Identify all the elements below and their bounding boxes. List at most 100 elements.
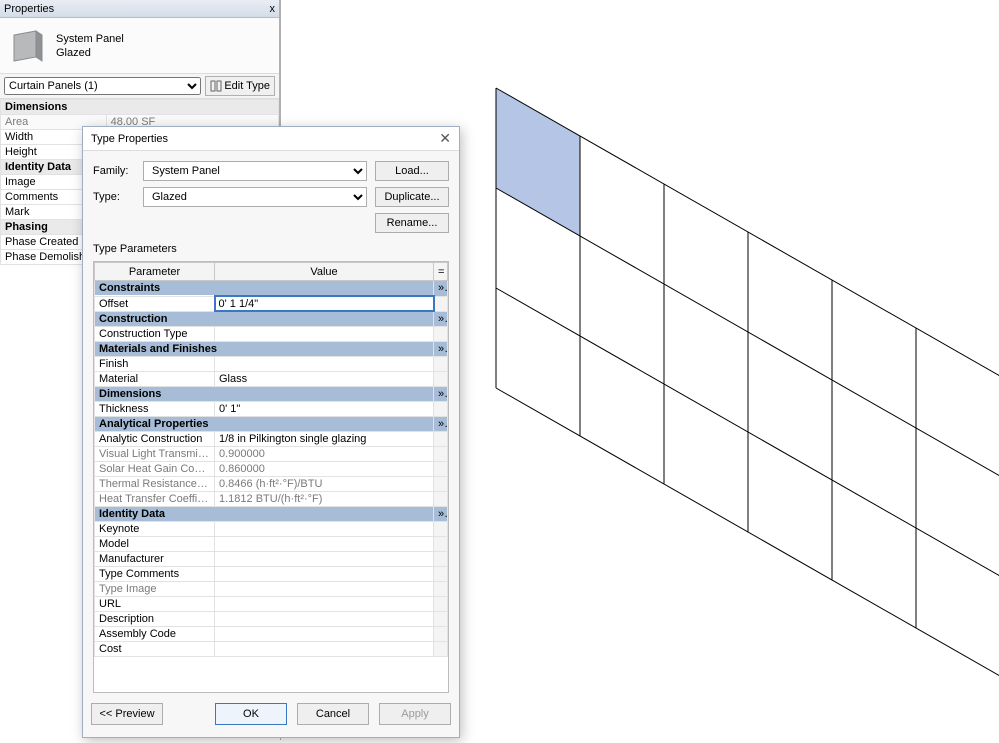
value-thermal-resistance-r-: 0.8466 (h·ft²·°F)/BTU	[215, 477, 434, 492]
group-construction[interactable]: Construction	[95, 311, 434, 327]
param-keynote: Keynote	[95, 522, 215, 537]
assoc-box[interactable]	[434, 432, 448, 447]
value-keynote[interactable]	[215, 522, 434, 537]
value-assembly-code[interactable]	[215, 627, 434, 642]
value-visual-light-transmittance: 0.900000	[215, 447, 434, 462]
preview-button[interactable]: << Preview	[91, 703, 163, 725]
cancel-button[interactable]: Cancel	[297, 703, 369, 725]
value-description[interactable]	[215, 612, 434, 627]
param-thickness: Thickness	[95, 402, 215, 417]
assoc-box[interactable]	[434, 642, 448, 657]
expand-icon[interactable]: »	[434, 507, 448, 522]
group-materials-and-finishes[interactable]: Materials and Finishes	[95, 342, 434, 357]
param-assembly-code: Assembly Code	[95, 627, 215, 642]
panel-thumb-icon	[8, 27, 46, 65]
param-model: Model	[95, 537, 215, 552]
type-properties-dialog: Type Properties ✕ Family: System Panel L…	[82, 126, 460, 738]
assoc-box[interactable]	[434, 462, 448, 477]
assoc-box[interactable]	[434, 296, 448, 311]
assoc-box[interactable]	[434, 582, 448, 597]
assoc-box[interactable]	[434, 537, 448, 552]
value-url[interactable]	[215, 597, 434, 612]
value-model[interactable]	[215, 537, 434, 552]
value-offset[interactable]: 0' 1 1/4"	[215, 296, 434, 311]
param-offset: Offset	[95, 296, 215, 311]
param-type-comments: Type Comments	[95, 567, 215, 582]
col-parameter[interactable]: Parameter	[95, 263, 215, 281]
assoc-box[interactable]	[434, 477, 448, 492]
selected-panel[interactable]	[496, 88, 580, 236]
assoc-box[interactable]	[434, 447, 448, 462]
value-type-comments[interactable]	[215, 567, 434, 582]
param-manufacturer: Manufacturer	[95, 552, 215, 567]
value-type-image	[215, 582, 434, 597]
close-icon[interactable]: x	[270, 3, 276, 15]
value-thickness[interactable]: 0' 1"	[215, 402, 434, 417]
type-parameters-label: Type Parameters	[93, 243, 449, 255]
edit-type-button[interactable]: Edit Type	[205, 76, 275, 96]
value-material[interactable]: Glass	[215, 372, 434, 387]
value-construction-type[interactable]	[215, 327, 434, 342]
type-parameters-grid[interactable]: Parameter Value = Constraints»Offset0' 1…	[93, 261, 449, 693]
family-label: Family:	[93, 165, 135, 177]
param-construction-type: Construction Type	[95, 327, 215, 342]
assoc-box[interactable]	[434, 612, 448, 627]
assoc-box[interactable]	[434, 357, 448, 372]
param-description: Description	[95, 612, 215, 627]
param-material: Material	[95, 372, 215, 387]
properties-title: Properties	[4, 3, 54, 15]
assoc-box[interactable]	[434, 552, 448, 567]
group-dimensions[interactable]: Dimensions	[95, 387, 434, 402]
group-constraints[interactable]: Constraints	[95, 281, 434, 297]
type-label: Type:	[93, 191, 135, 203]
thumb-type: Glazed	[56, 47, 124, 59]
load-button[interactable]: Load...	[375, 161, 449, 181]
param-finish: Finish	[95, 357, 215, 372]
group-dimensions[interactable]: Dimensions	[1, 100, 279, 115]
rename-button[interactable]: Rename...	[375, 213, 449, 233]
dialog-title: Type Properties	[91, 133, 168, 145]
assoc-box[interactable]	[434, 402, 448, 417]
value-analytic-construction[interactable]: 1/8 in Pilkington single glazing	[215, 432, 434, 447]
properties-titlebar[interactable]: Properties x	[0, 0, 279, 18]
param-heat-transfer-coefficient-u-: Heat Transfer Coefficient (U)	[95, 492, 215, 507]
assoc-box[interactable]	[434, 327, 448, 342]
col-value[interactable]: Value	[215, 263, 434, 281]
thumb-title: System Panel	[56, 33, 124, 45]
value-finish[interactable]	[215, 357, 434, 372]
param-thermal-resistance-r-: Thermal Resistance (R)	[95, 477, 215, 492]
param-url: URL	[95, 597, 215, 612]
expand-icon[interactable]: »	[434, 342, 448, 357]
expand-icon[interactable]: »	[434, 311, 448, 327]
assoc-box[interactable]	[434, 522, 448, 537]
param-solar-heat-gain-coefficient: Solar Heat Gain Coefficient	[95, 462, 215, 477]
type-select[interactable]: Glazed	[143, 187, 367, 207]
assoc-box[interactable]	[434, 567, 448, 582]
duplicate-button[interactable]: Duplicate...	[375, 187, 449, 207]
assoc-box[interactable]	[434, 492, 448, 507]
group-analytical-properties[interactable]: Analytical Properties	[95, 417, 434, 432]
param-type-image: Type Image	[95, 582, 215, 597]
expand-icon[interactable]: »	[434, 417, 448, 432]
col-equals[interactable]: =	[434, 263, 448, 281]
param-analytic-construction: Analytic Construction	[95, 432, 215, 447]
edit-type-icon	[210, 80, 222, 92]
value-manufacturer[interactable]	[215, 552, 434, 567]
close-icon[interactable]: ✕	[439, 130, 451, 147]
group-identity-data[interactable]: Identity Data	[95, 507, 434, 522]
ok-button[interactable]: OK	[215, 703, 287, 725]
dialog-titlebar[interactable]: Type Properties ✕	[83, 127, 459, 151]
value-cost[interactable]	[215, 642, 434, 657]
param-visual-light-transmittance: Visual Light Transmittance	[95, 447, 215, 462]
assoc-box[interactable]	[434, 372, 448, 387]
expand-icon[interactable]: »	[434, 281, 448, 297]
apply-button[interactable]: Apply	[379, 703, 451, 725]
family-select[interactable]: System Panel	[143, 161, 367, 181]
instance-selector[interactable]: Curtain Panels (1)	[4, 77, 201, 95]
param-cost: Cost	[95, 642, 215, 657]
properties-type-selector[interactable]: System Panel Glazed	[0, 18, 279, 74]
value-heat-transfer-coefficient-u-: 1.1812 BTU/(h·ft²·°F)	[215, 492, 434, 507]
assoc-box[interactable]	[434, 627, 448, 642]
expand-icon[interactable]: »	[434, 387, 448, 402]
assoc-box[interactable]	[434, 597, 448, 612]
